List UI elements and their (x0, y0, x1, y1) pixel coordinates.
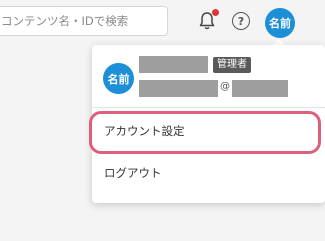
search-input[interactable]: コンテンツ名・IDで検索 (0, 6, 168, 36)
menu-item-label: アカウント設定 (104, 124, 185, 138)
redacted-email-local (139, 80, 218, 97)
notification-dot (212, 9, 219, 16)
user-info: 名前 管理者 @ (92, 45, 325, 102)
help-symbol: ? (237, 14, 245, 28)
menu-item-label: ログアウト (104, 166, 162, 180)
account-settings-menu-item[interactable]: アカウント設定 (92, 116, 325, 146)
search-placeholder: コンテンツ名・IDで検索 (1, 14, 129, 28)
avatar-initials: 名前 (269, 17, 291, 30)
top-header: コンテンツ名・IDで検索 ? 名前 (0, 0, 325, 42)
role-badge: 管理者 (213, 57, 251, 73)
redacted-email-domain (232, 80, 288, 97)
logout-menu-item[interactable]: ログアウト (92, 158, 325, 188)
avatar: 名前 (103, 63, 134, 94)
avatar-initials: 名前 (107, 72, 130, 86)
help-icon[interactable]: ? (232, 12, 250, 30)
menu-divider (92, 107, 325, 108)
email-at-sign: @ (220, 81, 230, 92)
user-avatar-button[interactable]: 名前 (265, 8, 295, 38)
user-menu-dropdown: 名前 管理者 @ アカウント設定 ログアウト (92, 45, 325, 203)
redacted-user-name (139, 56, 208, 73)
